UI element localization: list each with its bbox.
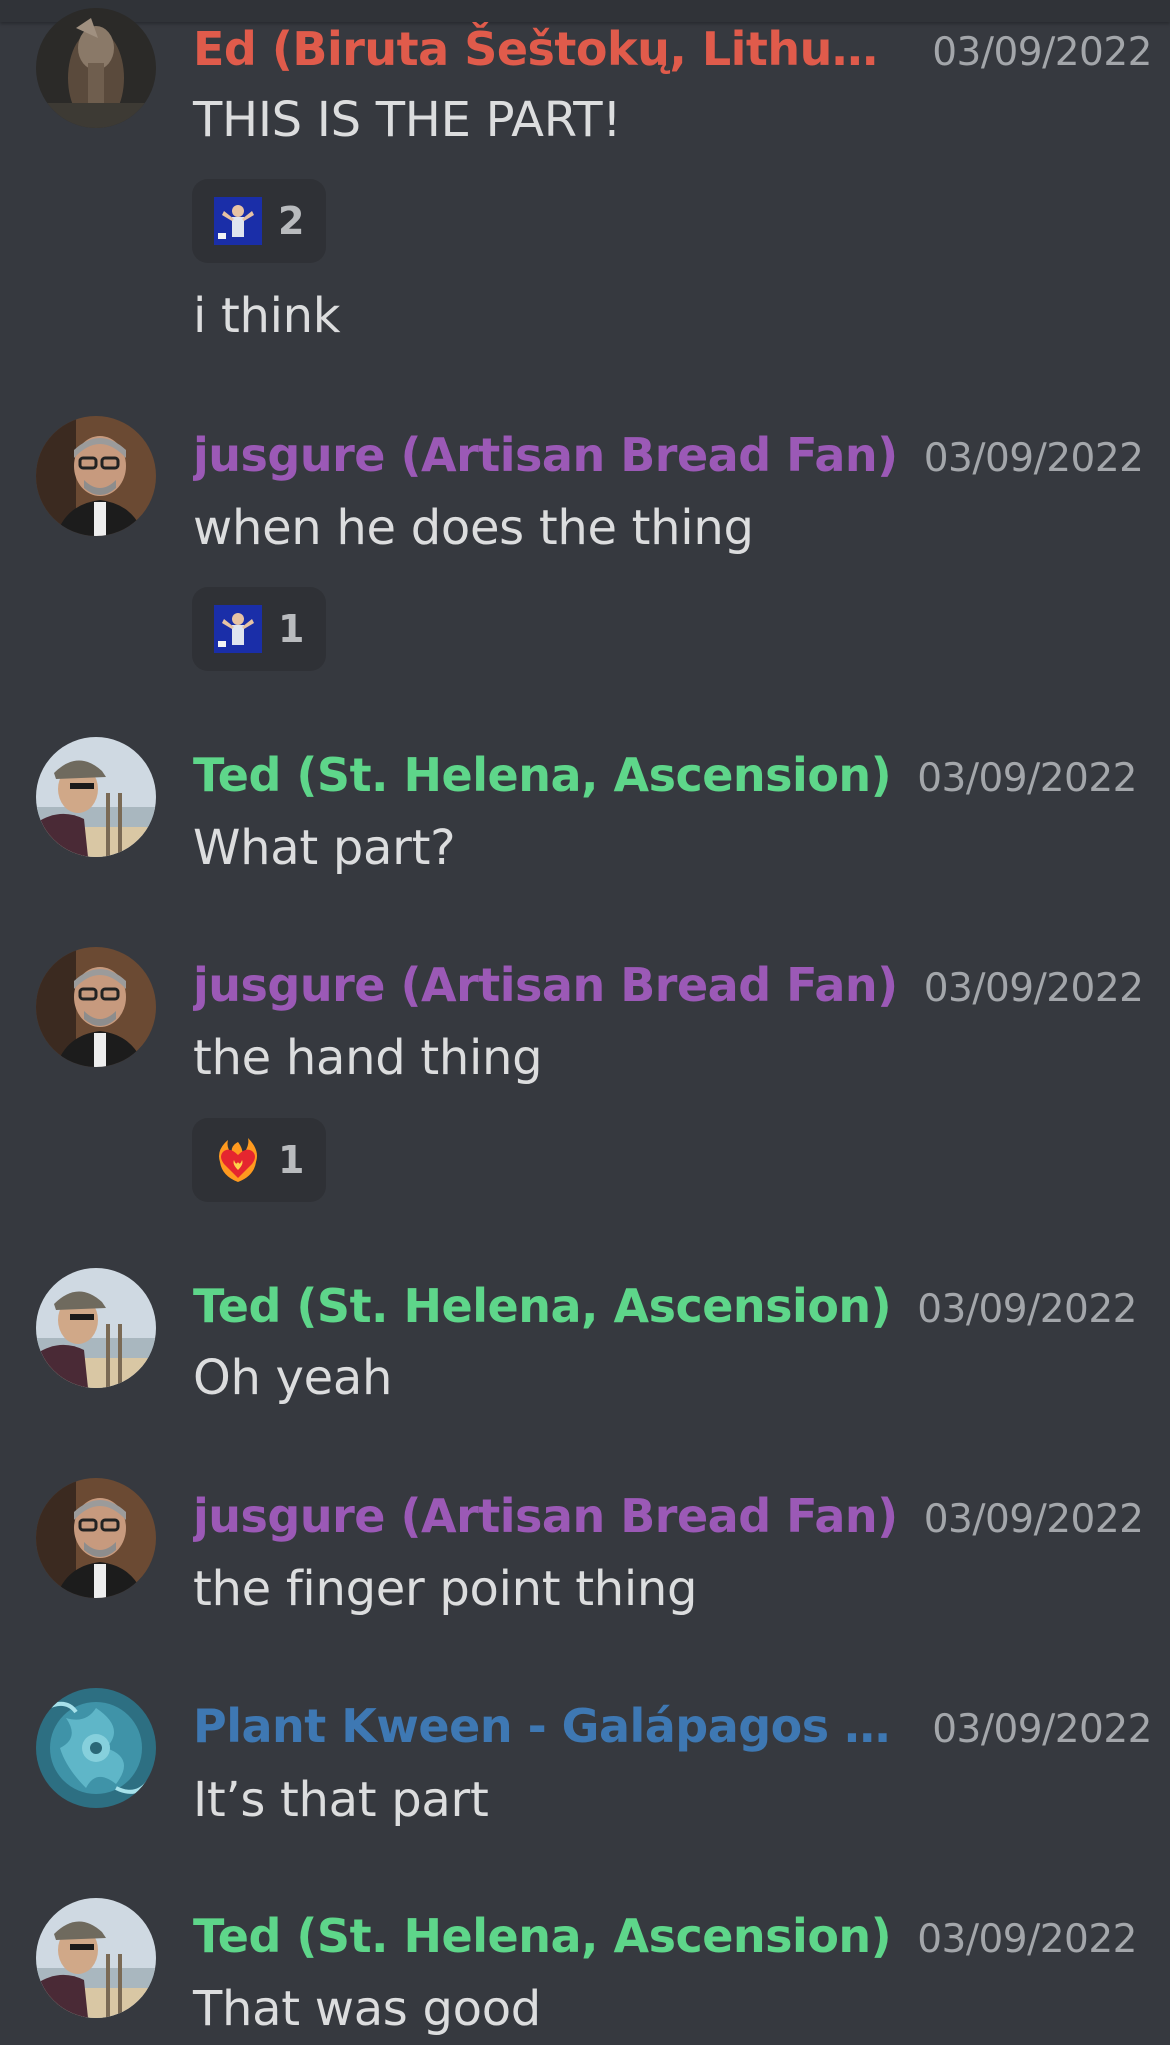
author-name[interactable]: Plant Kween - Galápagos I... (193, 1699, 906, 1753)
author-name[interactable]: Ted (St. Helena, Ascension) (193, 1909, 891, 1963)
person-custom-emoji-icon (214, 197, 262, 245)
reaction-count: 1 (278, 1138, 305, 1182)
author-name[interactable]: jusgure (Artisan Bread Fan) (193, 1489, 898, 1543)
timestamp: 03/09/2022 (923, 1497, 1144, 1542)
message-text: the hand thing (193, 1030, 543, 1086)
avatar-jusgure[interactable] (36, 416, 156, 536)
message-text: It’s that part (193, 1772, 489, 1828)
timestamp: 03/09/2022 (917, 1917, 1137, 1962)
message-header: Ted (St. Helena, Ascension) 03/09/2022 (193, 1279, 1152, 1339)
avatar-jusgure[interactable] (36, 1478, 156, 1598)
message-text: Oh yeah (193, 1350, 393, 1406)
reaction-count: 1 (278, 607, 305, 651)
avatar-plant-kween[interactable] (36, 1688, 156, 1808)
message-text: the finger point thing (193, 1561, 698, 1617)
message-text: What part? (193, 820, 456, 876)
message-header: Ed (Biruta Šeštokų, Lithua... 03/09/2022 (193, 22, 1152, 82)
author-name[interactable]: Ed (Biruta Šeštokų, Lithua... (193, 22, 906, 76)
avatar-ted[interactable] (36, 1898, 156, 2018)
person-custom-emoji-icon (214, 605, 262, 653)
top-edge-shadow (0, 0, 1170, 22)
message-header: Ted (St. Helena, Ascension) 03/09/2022 (193, 748, 1152, 808)
message-header: Plant Kween - Galápagos I... 03/09/2022 (193, 1699, 1152, 1759)
message-header: Ted (St. Helena, Ascension) 03/09/2022 (193, 1909, 1152, 1969)
message-header: jusgure (Artisan Bread Fan) 03/09/2022 (193, 1489, 1152, 1549)
timestamp: 03/09/2022 (923, 966, 1144, 1011)
timestamp: 03/09/2022 (932, 1707, 1152, 1752)
timestamp: 03/09/2022 (923, 436, 1144, 481)
reaction-button[interactable]: 1 (192, 1118, 327, 1202)
avatar-ted[interactable] (36, 737, 156, 857)
message-header: jusgure (Artisan Bread Fan) 03/09/2022 (193, 958, 1152, 1018)
message-text: That was good (193, 1981, 541, 2037)
reaction-count: 2 (278, 199, 305, 243)
heart-on-fire-icon (219, 1138, 257, 1182)
message-text: THIS IS THE PART! (193, 92, 622, 148)
message-text: when he does the thing (193, 500, 754, 556)
author-name[interactable]: jusgure (Artisan Bread Fan) (193, 958, 898, 1012)
avatar-jusgure[interactable] (36, 947, 156, 1067)
message-text: i think (193, 288, 341, 344)
timestamp: 03/09/2022 (932, 30, 1152, 75)
timestamp: 03/09/2022 (917, 756, 1137, 801)
avatar-ed[interactable] (36, 8, 156, 128)
author-name[interactable]: Ted (St. Helena, Ascension) (193, 1279, 891, 1333)
author-name[interactable]: Ted (St. Helena, Ascension) (193, 748, 891, 802)
reaction-button[interactable]: 1 (192, 587, 327, 671)
timestamp: 03/09/2022 (917, 1287, 1137, 1332)
reaction-button[interactable]: 2 (192, 179, 327, 263)
avatar-ted[interactable] (36, 1268, 156, 1388)
author-name[interactable]: jusgure (Artisan Bread Fan) (193, 428, 898, 482)
message-header: jusgure (Artisan Bread Fan) 03/09/2022 (193, 428, 1152, 488)
